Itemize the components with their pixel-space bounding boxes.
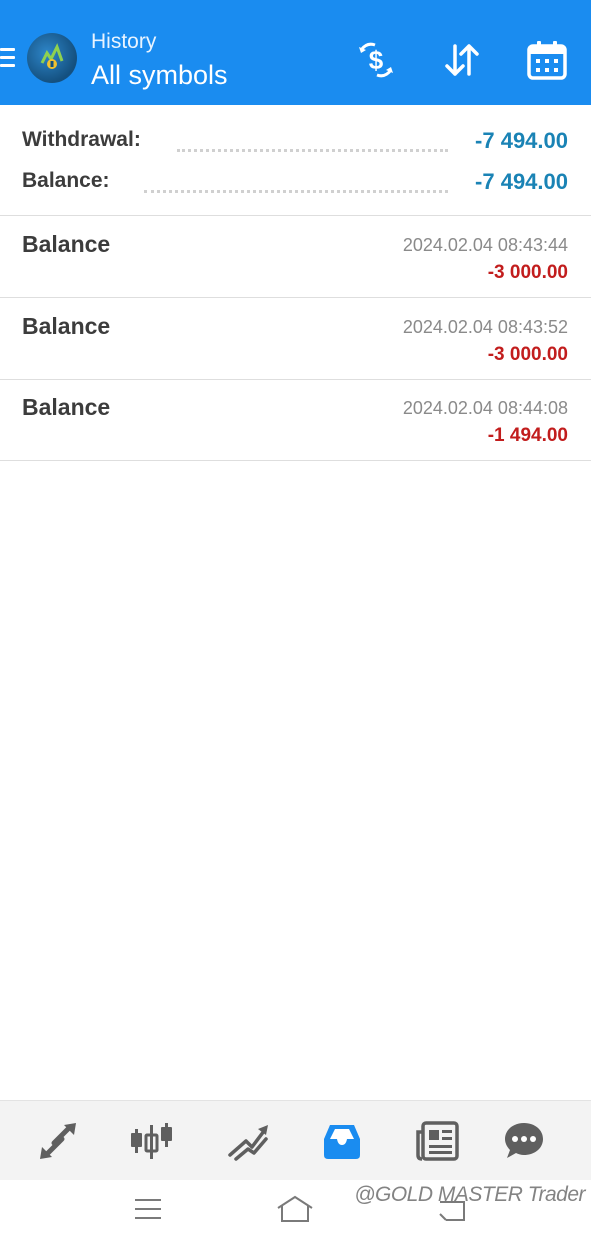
balance-summary-row: Balance: -7 494.00 <box>22 169 568 199</box>
news-icon[interactable] <box>413 1117 461 1165</box>
calendar-icon[interactable] <box>525 38 569 82</box>
deal-row[interactable]: Balance 2024.02.04 08:43:44 -3 000.00 <box>0 217 591 298</box>
history-icon[interactable] <box>318 1117 366 1165</box>
home-icon[interactable] <box>275 1194 315 1224</box>
deal-time: 2024.02.04 08:43:52 <box>402 317 568 337</box>
deal-type: Balance <box>22 231 111 257</box>
app-header: History All symbols $ <box>0 0 591 105</box>
menu-icon[interactable] <box>0 48 16 72</box>
leader-dots <box>177 149 448 152</box>
balance-label: Balance: <box>22 169 116 193</box>
chat-icon[interactable] <box>500 1117 548 1165</box>
deal-type: Balance <box>22 394 111 420</box>
screen-subtitle: History <box>91 30 157 53</box>
recent-apps-icon[interactable] <box>128 1194 168 1224</box>
deal-amount: -1 494.00 <box>487 425 568 446</box>
chart-icon[interactable] <box>128 1117 176 1165</box>
deal-type: Balance <box>22 313 111 339</box>
system-navigation-bar: @GOLD MASTER Trader <box>0 1180 591 1234</box>
deal-amount: -3 000.00 <box>487 344 568 365</box>
deal-row[interactable]: Balance 2024.02.04 08:44:08 -1 494.00 <box>0 380 591 461</box>
withdrawal-value: -7 494.00 <box>475 128 568 153</box>
watermark-text: @GOLD MASTER Trader <box>354 1183 585 1206</box>
bottom-navigation <box>0 1100 591 1180</box>
metatrader-logo-icon <box>27 33 77 83</box>
deal-time: 2024.02.04 08:43:44 <box>402 235 568 255</box>
quotes-icon[interactable] <box>34 1117 82 1165</box>
history-summary: Withdrawal: -7 494.00 Balance: -7 494.00 <box>0 105 591 216</box>
currency-exchange-icon[interactable]: $ <box>354 38 398 82</box>
sort-icon[interactable] <box>440 38 484 82</box>
trade-icon[interactable] <box>223 1117 271 1165</box>
deal-amount: -3 000.00 <box>487 262 568 283</box>
withdrawal-label: Withdrawal: <box>22 128 147 152</box>
svg-text:$: $ <box>369 45 384 75</box>
deal-row[interactable]: Balance 2024.02.04 08:43:52 -3 000.00 <box>0 299 591 380</box>
withdrawal-summary-row: Withdrawal: -7 494.00 <box>22 128 568 158</box>
deal-time: 2024.02.04 08:44:08 <box>402 398 568 418</box>
balance-value: -7 494.00 <box>475 169 568 194</box>
symbol-filter-title[interactable]: All symbols <box>91 60 228 91</box>
leader-dots <box>144 190 448 193</box>
